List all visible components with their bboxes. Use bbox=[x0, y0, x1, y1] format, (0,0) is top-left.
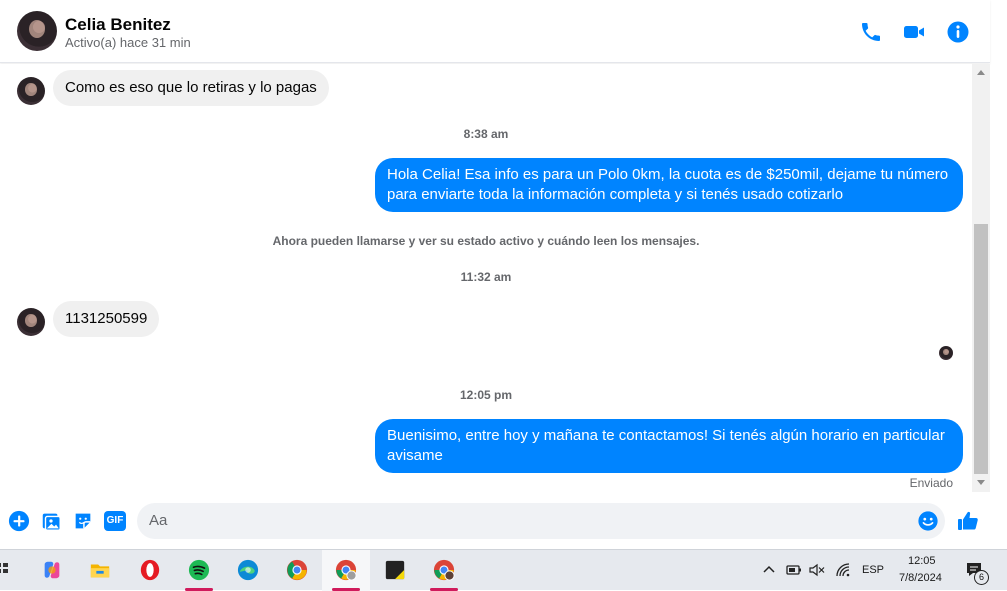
wifi-icon[interactable] bbox=[835, 562, 851, 578]
conversation-header: Celia Benitez Activo(a) hace 31 min bbox=[0, 0, 990, 63]
message-timestamp: 12:05 pm bbox=[459, 388, 513, 402]
taskbar-app-chrome[interactable] bbox=[273, 550, 321, 591]
gif-icon[interactable]: GIF bbox=[104, 511, 126, 531]
messenger-window: Celia Benitez Activo(a) hace 31 min Como… bbox=[0, 0, 1007, 548]
taskbar-app-edge[interactable] bbox=[224, 550, 272, 591]
taskbar-app-sticky-notes[interactable] bbox=[371, 550, 419, 591]
taskbar-app-opera[interactable] bbox=[126, 550, 174, 591]
message-timestamp: 8:38 am bbox=[463, 127, 509, 141]
taskbar-app-chrome-profile-2[interactable] bbox=[420, 550, 468, 591]
incoming-message[interactable]: Como es eso que lo retiras y lo pagas bbox=[53, 70, 329, 106]
message-composer: GIF Aa bbox=[0, 498, 1007, 546]
scroll-thumb[interactable] bbox=[974, 224, 988, 474]
like-icon[interactable] bbox=[956, 509, 980, 533]
delivery-status: Enviado bbox=[909, 476, 953, 490]
chat-scrollbar[interactable] bbox=[972, 64, 990, 492]
windows-taskbar: ESP 12:05 7/8/2024 6 bbox=[0, 549, 1007, 591]
contact-name[interactable]: Celia Benitez bbox=[65, 15, 171, 35]
chevron-up-icon[interactable] bbox=[763, 564, 775, 574]
battery-icon[interactable] bbox=[786, 563, 802, 577]
phone-icon[interactable] bbox=[859, 20, 883, 44]
message-thread: Como es eso que lo retiras y lo pagas 8:… bbox=[0, 64, 972, 494]
notification-count-badge: 6 bbox=[974, 570, 989, 585]
incoming-message[interactable]: 1131250599 bbox=[53, 301, 160, 337]
photo-icon[interactable] bbox=[40, 510, 62, 532]
contact-status: Activo(a) hace 31 min bbox=[65, 35, 191, 50]
task-view-icon[interactable] bbox=[0, 562, 10, 578]
read-receipt-avatar bbox=[939, 346, 953, 360]
chrome-icon bbox=[286, 559, 308, 581]
spotify-icon bbox=[188, 559, 210, 581]
sticky-notes-icon bbox=[385, 560, 405, 580]
info-icon[interactable] bbox=[946, 20, 970, 44]
message-input[interactable]: Aa bbox=[137, 503, 945, 539]
emoji-icon[interactable] bbox=[917, 510, 939, 532]
sender-avatar[interactable] bbox=[17, 77, 45, 105]
sticker-icon[interactable] bbox=[72, 510, 94, 532]
clock-time[interactable]: 12:05 bbox=[908, 555, 936, 567]
clock-date[interactable]: 7/8/2024 bbox=[899, 572, 942, 584]
copilot-icon bbox=[44, 561, 60, 579]
volume-muted-icon[interactable] bbox=[809, 563, 825, 577]
outgoing-message[interactable]: Hola Celia! Esa info es para un Polo 0km… bbox=[375, 158, 963, 212]
taskbar-app-file-explorer[interactable] bbox=[76, 550, 124, 591]
folder-icon bbox=[90, 564, 110, 578]
chrome-profile-icon bbox=[433, 559, 455, 581]
chrome-profile-icon bbox=[335, 559, 357, 581]
taskbar-app-spotify[interactable] bbox=[175, 550, 223, 591]
system-notice: Ahora pueden llamarse y ver su estado ac… bbox=[272, 234, 700, 248]
outgoing-message[interactable]: Buenisimo, entre hoy y mañana te contact… bbox=[375, 419, 963, 473]
edge-icon bbox=[237, 559, 259, 581]
taskbar-app-chrome-profile[interactable] bbox=[322, 550, 370, 591]
message-timestamp: 11:32 am bbox=[460, 270, 512, 284]
scroll-up-arrow[interactable] bbox=[977, 70, 985, 75]
input-language[interactable]: ESP bbox=[862, 564, 884, 576]
opera-icon bbox=[140, 559, 160, 581]
taskbar-app-copilot[interactable] bbox=[28, 550, 76, 591]
plus-icon[interactable] bbox=[8, 510, 30, 532]
contact-avatar[interactable] bbox=[17, 11, 57, 51]
video-icon[interactable] bbox=[902, 20, 926, 44]
sender-avatar[interactable] bbox=[17, 308, 45, 336]
scroll-down-arrow[interactable] bbox=[977, 480, 985, 485]
